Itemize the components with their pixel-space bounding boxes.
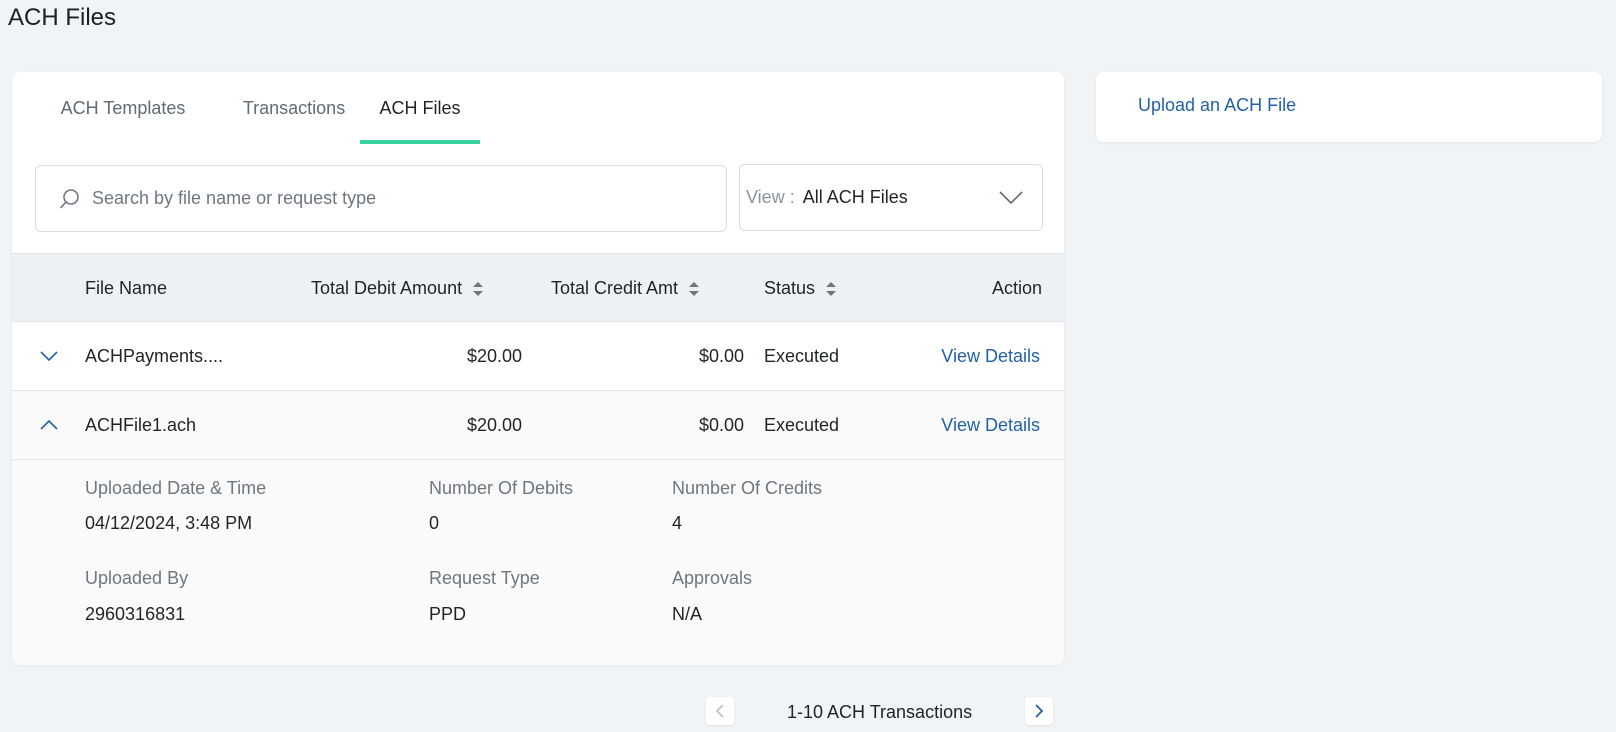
upload-ach-file-link[interactable]: Upload an ACH File	[1138, 95, 1296, 116]
chevron-down-icon	[998, 187, 1024, 207]
debit-amount: $20.00	[466, 345, 522, 366]
sort-icon[interactable]	[472, 280, 484, 298]
row-details-panel: Uploaded Date & Time 04/12/2024, 3:48 PM…	[12, 460, 1064, 665]
chevron-right-icon[interactable]	[1025, 697, 1053, 725]
num-credits-value: 4	[672, 513, 683, 533]
column-total-credit[interactable]: Total Credit Amt	[551, 254, 700, 323]
debit-amount: $20.00	[466, 414, 522, 435]
approvals-label: Approvals	[672, 568, 753, 588]
file-name: ACHPayments....	[85, 345, 224, 366]
view-filter-select[interactable]: View : All ACH Files	[739, 164, 1043, 231]
view-filter-label: View :	[746, 187, 795, 207]
file-name: ACHFile1.ach	[85, 414, 197, 435]
table-row: ACHFile1.ach $20.00 $0.00 Executed View …	[12, 391, 1064, 460]
approvals-value: N/A	[672, 604, 703, 624]
status: Executed	[764, 345, 840, 366]
page-title: ACH Files	[8, 4, 117, 31]
num-debits-label: Number Of Debits	[429, 478, 574, 498]
tab-ach-templates[interactable]: ACH Templates	[48, 72, 198, 144]
request-type-label: Request Type	[429, 568, 540, 588]
credit-amount: $0.00	[698, 414, 744, 435]
chevron-down-icon[interactable]	[36, 344, 62, 368]
tab-transactions[interactable]: Transactions	[224, 72, 364, 144]
upload-card: Upload an ACH File	[1096, 72, 1602, 142]
status: Executed	[764, 414, 840, 435]
uploaded-datetime-value: 04/12/2024, 3:48 PM	[85, 513, 253, 533]
uploaded-datetime-label: Uploaded Date & Time	[85, 478, 267, 498]
table-row: ACHPayments.... $20.00 $0.00 Executed Vi…	[12, 322, 1064, 391]
search-input[interactable]	[92, 188, 692, 209]
view-details-link[interactable]: View Details	[912, 391, 1040, 459]
chevron-up-icon[interactable]	[36, 413, 62, 437]
uploaded-by-value: 2960316831	[85, 604, 186, 624]
tab-bar: ACH Templates Transactions ACH Files	[12, 72, 1064, 144]
column-total-debit-label: Total Debit Amount	[311, 278, 463, 298]
column-file-name: File Name	[85, 278, 168, 298]
sort-icon[interactable]	[688, 280, 700, 298]
column-total-credit-label: Total Credit Amt	[551, 278, 679, 298]
tab-ach-files[interactable]: ACH Files	[360, 72, 480, 144]
request-type-value: PPD	[429, 604, 467, 624]
column-action: Action	[991, 278, 1042, 298]
search-icon	[58, 187, 82, 211]
pagination-text: 1-10 ACH Transactions	[787, 702, 973, 722]
uploaded-by-label: Uploaded By	[85, 568, 189, 588]
view-details-link[interactable]: View Details	[912, 322, 1040, 390]
view-filter-value: All ACH Files	[802, 187, 908, 207]
column-total-debit[interactable]: Total Debit Amount	[311, 254, 484, 323]
chevron-left-icon[interactable]	[706, 697, 734, 725]
credit-amount: $0.00	[698, 345, 744, 366]
num-debits-value: 0	[429, 513, 440, 533]
column-status-label: Status	[764, 278, 816, 298]
num-credits-label: Number Of Credits	[672, 478, 823, 498]
ach-files-card: ACH Templates Transactions ACH Files Vie…	[12, 72, 1064, 665]
search-box[interactable]	[35, 165, 727, 232]
column-status[interactable]: Status	[764, 254, 837, 323]
sort-icon[interactable]	[825, 280, 837, 298]
table-header: File Name Total Debit Amount Total Credi…	[12, 253, 1064, 322]
